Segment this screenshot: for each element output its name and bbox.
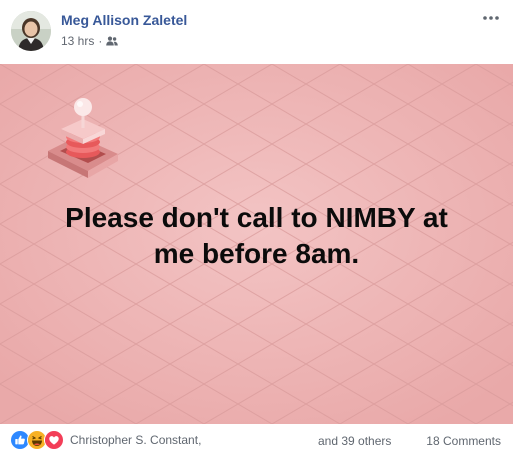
comments-count[interactable]: 18 Comments	[426, 434, 501, 448]
post-header: Meg Allison Zaletel 13 hrs ·	[0, 0, 513, 64]
avatar-photo	[11, 11, 51, 51]
reactions-summary[interactable]: Christopher S. Constant,	[10, 430, 201, 450]
reactor-name[interactable]: Christopher S. Constant,	[70, 433, 201, 447]
post-meta: 13 hrs ·	[61, 34, 119, 48]
meta-separator: ·	[98, 34, 103, 48]
feed-post: Meg Allison Zaletel 13 hrs · Please don'…	[0, 0, 513, 461]
post-text: Please don't call to NIMBY at me before …	[65, 202, 448, 269]
post-background: Please don't call to NIMBY at me before …	[0, 64, 513, 424]
others-count[interactable]: and 39 others	[318, 434, 391, 448]
post-footer: Christopher S. Constant, and 39 others 1…	[0, 424, 513, 461]
more-options-icon[interactable]	[479, 10, 503, 26]
author-avatar[interactable]	[11, 11, 51, 51]
friends-icon[interactable]	[106, 36, 119, 46]
love-reaction-icon	[44, 430, 64, 450]
author-name[interactable]: Meg Allison Zaletel	[61, 12, 187, 28]
post-timestamp[interactable]: 13 hrs	[61, 34, 94, 48]
spring-decoration	[48, 98, 118, 178]
